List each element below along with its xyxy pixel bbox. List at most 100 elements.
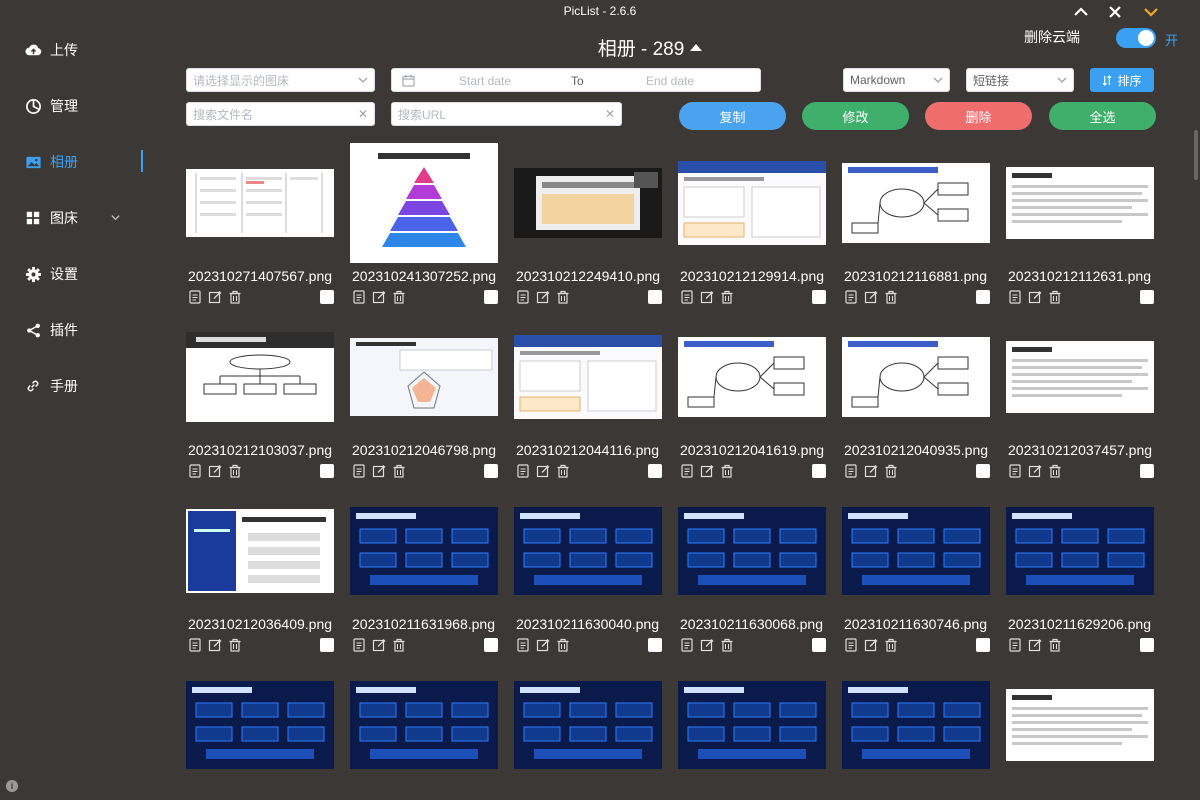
image-select-checkbox[interactable] xyxy=(812,290,826,304)
sidebar-item-manage[interactable]: 管理 xyxy=(24,92,164,120)
format-select[interactable]: Markdown xyxy=(843,68,950,92)
link-type-select[interactable]: 短链接 xyxy=(966,68,1074,92)
image-thumbnail[interactable] xyxy=(514,142,662,264)
image-select-checkbox[interactable] xyxy=(1140,638,1154,652)
trash-icon[interactable] xyxy=(228,638,242,657)
edit-icon[interactable] xyxy=(1028,638,1042,657)
trash-icon[interactable] xyxy=(1048,638,1062,657)
image-card[interactable] xyxy=(678,664,826,800)
copy-link-icon[interactable] xyxy=(516,638,530,657)
date-end-input[interactable]: End date xyxy=(646,74,694,88)
image-select-checkbox[interactable] xyxy=(484,290,498,304)
trash-icon[interactable] xyxy=(228,464,242,483)
sort-button[interactable]: 排序 xyxy=(1090,68,1154,92)
copy-link-icon[interactable] xyxy=(844,464,858,483)
image-card[interactable]: 202310241307252.png xyxy=(350,142,498,312)
image-card[interactable]: 202310212037457.png xyxy=(1006,316,1154,486)
copy-link-icon[interactable] xyxy=(516,464,530,483)
image-select-checkbox[interactable] xyxy=(484,464,498,478)
image-select-checkbox[interactable] xyxy=(976,464,990,478)
trash-icon[interactable] xyxy=(884,638,898,657)
copy-link-icon[interactable] xyxy=(188,290,202,309)
copy-link-icon[interactable] xyxy=(680,638,694,657)
image-thumbnail[interactable] xyxy=(842,490,990,612)
trash-icon[interactable] xyxy=(392,290,406,309)
image-thumbnail[interactable] xyxy=(842,316,990,438)
image-card[interactable] xyxy=(350,664,498,800)
edit-icon[interactable] xyxy=(700,464,714,483)
minimize-button[interactable] xyxy=(1141,2,1161,22)
sidebar-item-plugins[interactable]: 插件 xyxy=(24,316,164,344)
sidebar-item-manual[interactable]: 手册 xyxy=(24,372,164,400)
image-card[interactable]: 202310212103037.png xyxy=(186,316,334,486)
image-thumbnail[interactable] xyxy=(514,316,662,438)
copy-link-icon[interactable] xyxy=(188,464,202,483)
image-card[interactable] xyxy=(514,664,662,800)
image-select-checkbox[interactable] xyxy=(648,464,662,478)
image-card[interactable]: 202310212129914.png xyxy=(678,142,826,312)
image-thumbnail[interactable] xyxy=(186,490,334,612)
image-card[interactable]: 202310212249410.png xyxy=(514,142,662,312)
edit-icon[interactable] xyxy=(1028,464,1042,483)
image-thumbnail[interactable] xyxy=(1006,316,1154,438)
trash-icon[interactable] xyxy=(720,464,734,483)
trash-icon[interactable] xyxy=(556,638,570,657)
sidebar-item-gallery[interactable]: 相册 xyxy=(24,148,164,176)
trash-icon[interactable] xyxy=(884,290,898,309)
trash-icon[interactable] xyxy=(392,638,406,657)
image-card[interactable]: 202310212112631.png xyxy=(1006,142,1154,312)
date-start-input[interactable]: Start date xyxy=(459,74,511,88)
edit-icon[interactable] xyxy=(536,464,550,483)
copy-link-icon[interactable] xyxy=(680,464,694,483)
image-select-checkbox[interactable] xyxy=(812,464,826,478)
copy-link-icon[interactable] xyxy=(188,638,202,657)
image-select-checkbox[interactable] xyxy=(976,638,990,652)
edit-icon[interactable] xyxy=(208,638,222,657)
scrollbar[interactable] xyxy=(1194,130,1198,180)
image-card[interactable]: 202310212036409.png xyxy=(186,490,334,660)
image-card[interactable]: 202310271407567.png xyxy=(186,142,334,312)
edit-icon[interactable] xyxy=(864,638,878,657)
image-thumbnail[interactable] xyxy=(350,316,498,438)
image-thumbnail[interactable] xyxy=(678,490,826,612)
picbed-select[interactable]: 请选择显示的图床 xyxy=(186,68,375,92)
image-thumbnail[interactable] xyxy=(514,664,662,786)
image-thumbnail[interactable] xyxy=(1006,142,1154,264)
select-all-button[interactable]: 全选 xyxy=(1049,102,1156,130)
sidebar-item-upload[interactable]: 上传 xyxy=(24,36,164,64)
image-thumbnail[interactable] xyxy=(678,316,826,438)
trash-icon[interactable] xyxy=(556,290,570,309)
image-thumbnail[interactable] xyxy=(350,490,498,612)
image-thumbnail[interactable] xyxy=(678,142,826,264)
image-select-checkbox[interactable] xyxy=(812,638,826,652)
trash-icon[interactable] xyxy=(228,290,242,309)
image-select-checkbox[interactable] xyxy=(320,290,334,304)
copy-button[interactable]: 复制 xyxy=(679,102,786,130)
image-thumbnail[interactable] xyxy=(186,664,334,786)
edit-icon[interactable] xyxy=(1028,290,1042,309)
filename-search-input[interactable]: 搜索文件名 ✕ xyxy=(186,102,375,126)
trash-icon[interactable] xyxy=(556,464,570,483)
edit-icon[interactable] xyxy=(700,290,714,309)
trash-icon[interactable] xyxy=(392,464,406,483)
image-card[interactable]: 202310211630746.png xyxy=(842,490,990,660)
image-card[interactable] xyxy=(186,664,334,800)
trash-icon[interactable] xyxy=(720,290,734,309)
image-thumbnail[interactable] xyxy=(842,664,990,786)
image-select-checkbox[interactable] xyxy=(648,638,662,652)
copy-link-icon[interactable] xyxy=(844,290,858,309)
info-icon[interactable]: i xyxy=(6,780,18,792)
date-range-picker[interactable]: Start date To End date xyxy=(391,68,761,92)
copy-link-icon[interactable] xyxy=(680,290,694,309)
edit-icon[interactable] xyxy=(864,464,878,483)
edit-icon[interactable] xyxy=(208,290,222,309)
image-card[interactable]: 202310212041619.png xyxy=(678,316,826,486)
trash-icon[interactable] xyxy=(1048,464,1062,483)
image-thumbnail[interactable] xyxy=(1006,664,1154,786)
edit-icon[interactable] xyxy=(372,464,386,483)
copy-link-icon[interactable] xyxy=(1008,638,1022,657)
edit-icon[interactable] xyxy=(700,638,714,657)
image-thumbnail[interactable] xyxy=(186,142,334,264)
copy-link-icon[interactable] xyxy=(352,290,366,309)
image-card[interactable] xyxy=(842,664,990,800)
